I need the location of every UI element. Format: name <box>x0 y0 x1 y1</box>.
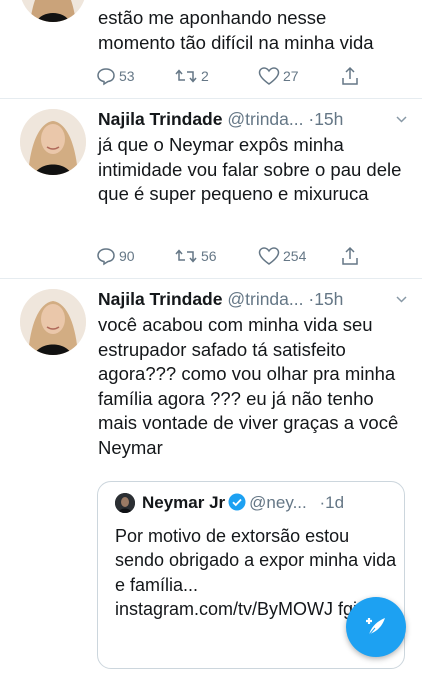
tweet[interactable]: Najila Trindade @trinda... ·15h já que o… <box>0 99 422 279</box>
author-handle[interactable]: @ney... <box>249 493 307 512</box>
reply-icon <box>97 68 115 86</box>
like-button[interactable]: 27 <box>258 65 340 87</box>
retweet-button[interactable]: 2 <box>174 65 258 87</box>
author-name[interactable]: Najila Trindade <box>98 289 222 309</box>
tweet-timestamp[interactable]: ·15h <box>308 109 343 129</box>
author-handle[interactable]: @trinda... <box>227 289 303 309</box>
share-icon <box>342 66 358 85</box>
quoted-tweet-header: Neymar Jr @ney... ·1d <box>142 492 396 517</box>
reply-icon <box>97 248 115 266</box>
avatar[interactable] <box>115 493 135 513</box>
like-icon <box>258 247 280 265</box>
like-button[interactable]: 254 <box>258 245 340 267</box>
tweet-text-line: momento tão difícil na minha vida <box>98 31 374 53</box>
reply-count: 53 <box>119 68 135 84</box>
share-button[interactable] <box>340 65 363 87</box>
avatar[interactable] <box>20 109 86 175</box>
like-icon <box>258 67 280 85</box>
tweet-actions: 90 56 254 <box>96 245 382 267</box>
tweet-text-line: estão me aponhando nesse <box>98 7 327 28</box>
tweet-timestamp[interactable]: ·15h <box>308 289 343 309</box>
tweet-text: já que o Neymar expôs minha intimidade v… <box>98 134 402 205</box>
retweet-count: 56 <box>201 248 217 264</box>
share-button[interactable] <box>340 245 363 267</box>
tweet-header: Najila Trindade @trinda... ·15h <box>98 108 408 130</box>
reply-count: 90 <box>119 248 135 264</box>
avatar[interactable] <box>20 0 86 22</box>
tweet-actions: 53 2 27 <box>96 65 382 87</box>
compose-tweet-icon <box>366 618 385 636</box>
like-count: 27 <box>283 68 299 84</box>
retweet-icon <box>175 69 197 83</box>
avatar[interactable] <box>20 289 86 355</box>
verified-icon <box>228 493 246 517</box>
tweet-header: Najila Trindade @trinda... ·15h <box>98 288 408 310</box>
tweet-timestamp[interactable]: ·1d <box>319 493 344 512</box>
share-icon <box>342 246 358 265</box>
tweet-text: você acabou com minha vida seu estrupado… <box>98 314 399 458</box>
retweet-icon <box>175 249 197 263</box>
retweet-button[interactable]: 56 <box>174 245 258 267</box>
like-count: 254 <box>283 248 307 264</box>
retweet-count: 2 <box>201 68 209 84</box>
author-handle[interactable]: @trinda... <box>227 109 303 129</box>
compose-tweet-button[interactable] <box>346 597 406 657</box>
author-name[interactable]: Najila Trindade <box>98 109 222 129</box>
reply-button[interactable]: 90 <box>96 245 174 267</box>
tweet-top[interactable]: estão me aponhando nesse momento tão dif… <box>0 0 422 99</box>
tweet-text: estão me aponhando nesse momento tão dif… <box>98 6 408 55</box>
author-name[interactable]: Neymar Jr <box>142 493 225 512</box>
reply-button[interactable]: 53 <box>96 65 174 87</box>
